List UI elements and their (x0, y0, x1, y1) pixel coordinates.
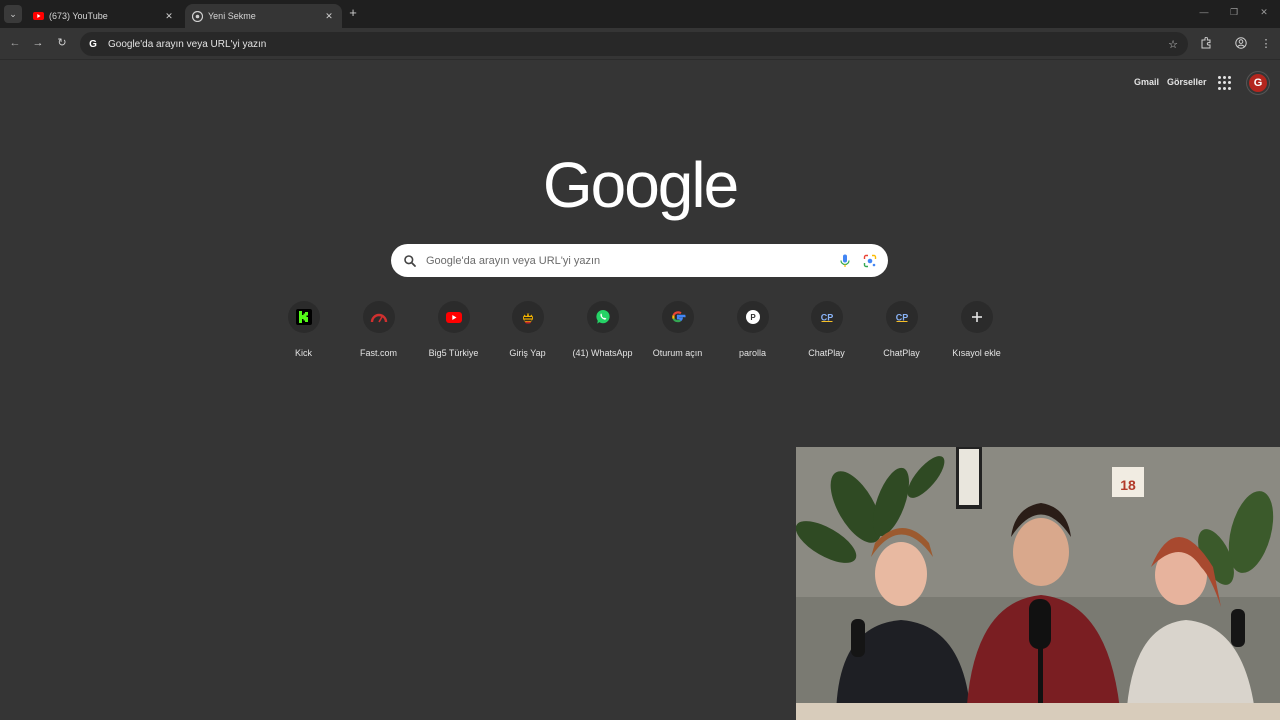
shortcut-label: parolla (738, 348, 767, 358)
shortcut-label: Big5 Türkiye (428, 348, 479, 358)
toolbar: ← → ↻ G Google'da arayın veya URL'yi yaz… (0, 28, 1280, 60)
shortcut-label: Fast.com (359, 348, 397, 358)
shortcut-big5[interactable]: Big5 Türkiye (416, 298, 491, 368)
shortcut-parolla[interactable]: P parolla (715, 298, 790, 368)
microphone-icon[interactable] (837, 253, 853, 269)
fast-icon (362, 301, 395, 333)
shortcuts-grid: Kick Fast.com Big5 Türkiye Giriş Yap (41… (266, 298, 1014, 368)
shortcut-label: Kısayol ekle (952, 348, 1001, 358)
address-bar-placeholder: Google'da arayın veya URL'yi yazın (108, 38, 267, 50)
shortcut-giris-yap[interactable]: Giriş Yap (490, 298, 565, 368)
chevron-down-icon: ⌄ (9, 8, 17, 19)
forward-icon[interactable]: → (31, 36, 45, 50)
youtube-icon (33, 11, 44, 22)
youtube-icon (437, 301, 470, 333)
restore-icon[interactable]: ❐ (1227, 7, 1241, 21)
chatplay-icon: CP (810, 301, 843, 333)
tab-title: Yeni Sekme (208, 11, 256, 21)
bookmark-star-icon[interactable]: ☆ (1166, 38, 1180, 51)
tab-youtube[interactable]: (673) YouTube ✕ (26, 4, 182, 28)
new-tab-button[interactable]: + (346, 6, 360, 20)
search-box (391, 244, 888, 277)
close-window-icon[interactable]: ✕ (1257, 7, 1271, 21)
shortcut-whatsapp[interactable]: (41) WhatsApp (565, 298, 640, 368)
shortcut-fast[interactable]: Fast.com (341, 298, 416, 368)
images-link[interactable]: Görseller (1167, 77, 1207, 87)
shortcut-label: ChatPlay (808, 348, 845, 358)
address-bar[interactable]: G Google'da arayın veya URL'yi yazın ☆ (80, 32, 1188, 56)
shortcut-label: Giriş Yap (509, 348, 546, 358)
google-g-icon: G (89, 38, 97, 50)
chatplay-icon: CP (885, 301, 918, 333)
svg-text:P: P (750, 313, 756, 322)
google-logo: Google (542, 149, 739, 221)
shortcut-label: (41) WhatsApp (572, 348, 633, 358)
apps-grid-icon[interactable] (1218, 76, 1232, 90)
kick-icon (287, 301, 320, 333)
chrome-icon (192, 10, 203, 22)
whatsapp-icon (586, 301, 619, 333)
bee-icon (511, 301, 544, 333)
gmail-link[interactable]: Gmail (1134, 77, 1159, 87)
shortcut-label: Oturum açın (652, 348, 703, 358)
profile-icon[interactable] (1234, 36, 1248, 50)
shortcut-oturum-acin[interactable]: Oturum açın (640, 298, 715, 368)
shortcut-kick[interactable]: Kick (266, 298, 341, 368)
tab-title: (673) YouTube (49, 11, 108, 21)
tab-search-button[interactable]: ⌄ (4, 5, 22, 23)
google-g-icon (661, 301, 694, 333)
parolla-icon: P (736, 301, 769, 333)
shortcut-chatplay-1[interactable]: CP ChatPlay (789, 298, 864, 368)
webcam-overlay: 18 (796, 447, 1280, 720)
shortcut-add[interactable]: Kısayol ekle (939, 298, 1014, 368)
plus-icon (960, 301, 993, 333)
webcam-video-image: 18 (796, 447, 1280, 720)
more-vert-icon[interactable]: ⋮ (1259, 36, 1273, 50)
shortcut-label: Kick (294, 348, 312, 358)
back-icon[interactable]: ← (8, 36, 22, 50)
poster-number: 18 (1120, 477, 1136, 493)
extensions-icon[interactable] (1199, 36, 1213, 50)
search-input[interactable] (426, 254, 837, 267)
avatar[interactable]: G (1247, 72, 1269, 94)
minimize-icon[interactable]: — (1197, 7, 1211, 21)
google-lens-icon[interactable] (862, 253, 878, 269)
close-icon[interactable]: ✕ (162, 9, 176, 23)
search-icon (403, 254, 417, 268)
shortcut-chatplay-2[interactable]: CP ChatPlay (864, 298, 939, 368)
shortcut-label: ChatPlay (883, 348, 920, 358)
reload-icon[interactable]: ↻ (55, 36, 69, 50)
tab-strip: ⌄ (673) YouTube ✕ Yeni Sekme ✕ + — ❐ ✕ (0, 0, 1280, 28)
close-icon[interactable]: ✕ (322, 9, 336, 23)
tab-new-tab[interactable]: Yeni Sekme ✕ (185, 4, 342, 28)
